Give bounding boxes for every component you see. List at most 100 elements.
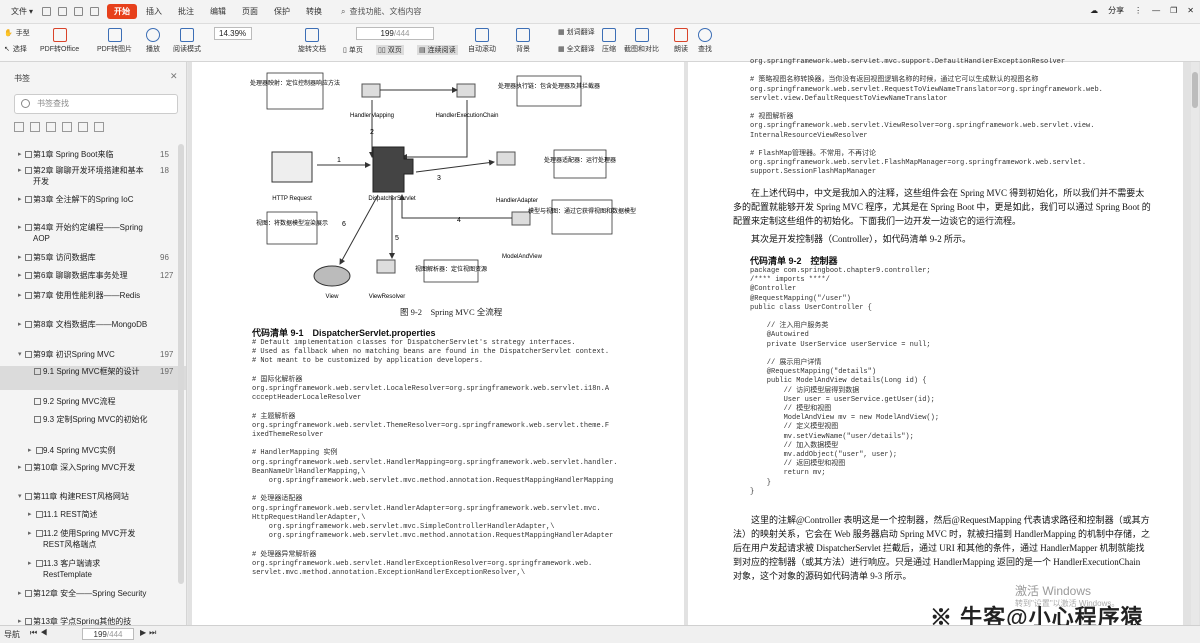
- view-label: View: [326, 294, 340, 300]
- tab-insert[interactable]: 插入: [139, 4, 169, 19]
- page-nav-next-icons[interactable]: ▶⏭: [140, 628, 159, 638]
- bookmark-item[interactable]: ▸ 第3章 全注解下的Spring IoC: [0, 194, 186, 208]
- bookmark-item[interactable]: 9.2 Spring MVC流程: [0, 396, 186, 410]
- page-input[interactable]: 199/444: [356, 27, 434, 40]
- bookmark-icon: [34, 368, 41, 375]
- search-icon: ⌕: [341, 6, 346, 16]
- bookmark-item[interactable]: ▸ 第7章 使用性能利器——Redis: [0, 290, 186, 314]
- bookmark-item[interactable]: ▸ 11.3 客户端请求RestTemplate: [0, 558, 186, 582]
- search-box[interactable]: ⌕ 查找功能、文档内容: [341, 6, 421, 17]
- pdf-to-image-button[interactable]: PDF转图片: [97, 28, 132, 54]
- background-button[interactable]: 背景: [516, 28, 530, 54]
- more-icon[interactable]: ⋮: [1134, 6, 1142, 15]
- redo-icon[interactable]: [90, 7, 100, 16]
- bookmark-icon: [25, 224, 32, 231]
- double-page-button[interactable]: ▯▯ 双页: [376, 45, 404, 55]
- tab-start[interactable]: 开始: [107, 4, 138, 19]
- bookmark-item[interactable]: ▸ 第2章 聊聊开发环境搭建和基本开发 18: [0, 165, 186, 189]
- chevron-right-icon: ▸: [28, 447, 32, 454]
- bookmark-item[interactable]: ▾ 第11章 构建REST风格网站: [0, 491, 186, 505]
- open-icon[interactable]: [42, 7, 52, 16]
- bookmark-search-input[interactable]: 书签查找: [14, 94, 178, 114]
- code-block: # Default implementation classes for Dis…: [252, 339, 618, 578]
- handler-adapter-label: HandlerAdapter: [496, 198, 538, 204]
- bookmark-icon: [25, 167, 32, 174]
- tab-protect[interactable]: 保护: [267, 4, 297, 19]
- compress-button[interactable]: 压缩: [602, 28, 616, 54]
- bookmark-item[interactable]: ▸ 第1章 Spring Boot来临 15: [0, 149, 186, 163]
- bookmark-item[interactable]: ▸ 第10章 深入Spring MVC开发: [0, 462, 186, 476]
- read-aloud-button[interactable]: 朗读: [674, 28, 688, 54]
- double-page-icon: ▯▯: [378, 47, 386, 54]
- chevron-right-icon: ▸: [18, 590, 22, 597]
- quick-access-icons: [42, 7, 100, 16]
- chevron-down-icon: ▾: [18, 351, 22, 358]
- collapse-icon[interactable]: [94, 122, 104, 132]
- play-button[interactable]: 播放: [146, 28, 160, 54]
- chevron-right-icon: ▸: [18, 224, 22, 231]
- bookmark-item[interactable]: ▸ 第8章 文档数据库——MongoDB: [0, 319, 186, 343]
- continuous-button[interactable]: ▤ 连续阅读: [417, 45, 458, 55]
- chevron-right-icon: ▸: [28, 530, 32, 537]
- bookmark-item[interactable]: ▸ 11.1 REST简述: [0, 509, 186, 523]
- bookmark-item[interactable]: 9.3 定制Spring MVC的初始化: [0, 414, 186, 438]
- sidebar-scrollbar[interactable]: [178, 144, 184, 584]
- file-menu[interactable]: 文件 ▾: [4, 4, 40, 19]
- tab-convert[interactable]: 转换: [299, 4, 329, 19]
- undo-icon[interactable]: [74, 7, 84, 16]
- read-mode-button[interactable]: 阅读模式: [173, 28, 201, 54]
- bookmark-item-selected[interactable]: 9.1 Spring MVC框架的设计 197: [0, 366, 186, 390]
- hand-icon: ✋: [4, 30, 13, 37]
- cloud-icon[interactable]: ☁: [1090, 6, 1098, 15]
- bookmark-item[interactable]: ▸ 第6章 聊聊数据库事务处理 127: [0, 270, 186, 284]
- pdf-to-office-button[interactable]: PDF转Office: [40, 28, 79, 54]
- bookmark-item[interactable]: ▾ 第9章 初识Spring MVC 197: [0, 349, 186, 363]
- bookmark-item[interactable]: ▸ 9.4 Spring MVC实例: [0, 445, 186, 459]
- delete-bookmark-icon[interactable]: [62, 122, 72, 132]
- rotate-icon: [305, 28, 319, 42]
- bookmark-item[interactable]: ▸ 第4章 开始约定编程——Spring AOP: [0, 222, 186, 246]
- pdf-page-right: org.springframework.web.servlet.mvc.supp…: [688, 58, 1183, 625]
- tab-annotate[interactable]: 批注: [171, 4, 201, 19]
- translate-button[interactable]: ▦ 划词翻译: [558, 27, 595, 37]
- expand-icon[interactable]: [78, 122, 88, 132]
- chevron-down-icon: ▾: [18, 493, 22, 500]
- print-icon[interactable]: [58, 7, 68, 16]
- share-button[interactable]: 分享: [1108, 5, 1124, 16]
- bookmark-icon[interactable]: [14, 122, 24, 132]
- bookmark-item[interactable]: ▸ 第5章 访问数据库 96: [0, 252, 186, 266]
- hand-tool[interactable]: ✋ 手型: [4, 28, 30, 38]
- find-button[interactable]: 查找: [698, 28, 712, 54]
- http-request-label: HTTP Request: [272, 196, 312, 202]
- step-2-label: 2: [370, 129, 374, 136]
- tab-page[interactable]: 页面: [235, 4, 265, 19]
- status-page-input[interactable]: 199/444: [82, 628, 134, 640]
- windows-activation-title: 激活 Windows: [1015, 584, 1092, 598]
- add-bookmark-icon[interactable]: [30, 122, 40, 132]
- minimize-icon[interactable]: —: [1152, 6, 1160, 15]
- paragraph: 这里的注解@Controller 表明这是一个控制器，然后@RequestMap…: [733, 515, 1151, 581]
- rotate-button[interactable]: 旋转文档: [298, 28, 326, 54]
- nav-label[interactable]: 导航: [4, 629, 20, 640]
- window-controls: ☁ 分享 ⋮ — ❐ ✕: [1090, 5, 1194, 16]
- restore-icon[interactable]: ❐: [1170, 6, 1177, 15]
- bookmark-icon: [25, 321, 32, 328]
- chevron-right-icon: ▸: [18, 321, 22, 328]
- bookmark-icon: [25, 196, 32, 203]
- close-icon[interactable]: ✕: [1187, 6, 1194, 15]
- screenshot-button[interactable]: 截图和对比: [624, 28, 659, 54]
- figure-caption: 图 9-2 Spring MVC 全流程: [400, 307, 503, 317]
- page-nav-icons[interactable]: ⏮◀: [30, 628, 50, 638]
- bookmark-item[interactable]: ▸ 11.2 使用Spring MVC开发REST风格端点: [0, 528, 186, 552]
- single-page-button[interactable]: ▯ 单页: [343, 45, 363, 55]
- document-scrollbar[interactable]: [1191, 62, 1199, 625]
- select-tool[interactable]: ↖ 选择: [4, 44, 27, 54]
- auto-scroll-button[interactable]: 自动滚动: [468, 28, 496, 54]
- scrollbar-thumb[interactable]: [1192, 72, 1198, 108]
- close-icon[interactable]: ✕: [170, 71, 178, 82]
- zoom-input[interactable]: 14.39%: [214, 27, 252, 40]
- edit-bookmark-icon[interactable]: [46, 122, 56, 132]
- tab-edit[interactable]: 编辑: [203, 4, 233, 19]
- full-translate-button[interactable]: ▦ 全文翻译: [558, 44, 595, 54]
- bookmark-item[interactable]: ▸ 第12章 安全——Spring Security: [0, 588, 186, 612]
